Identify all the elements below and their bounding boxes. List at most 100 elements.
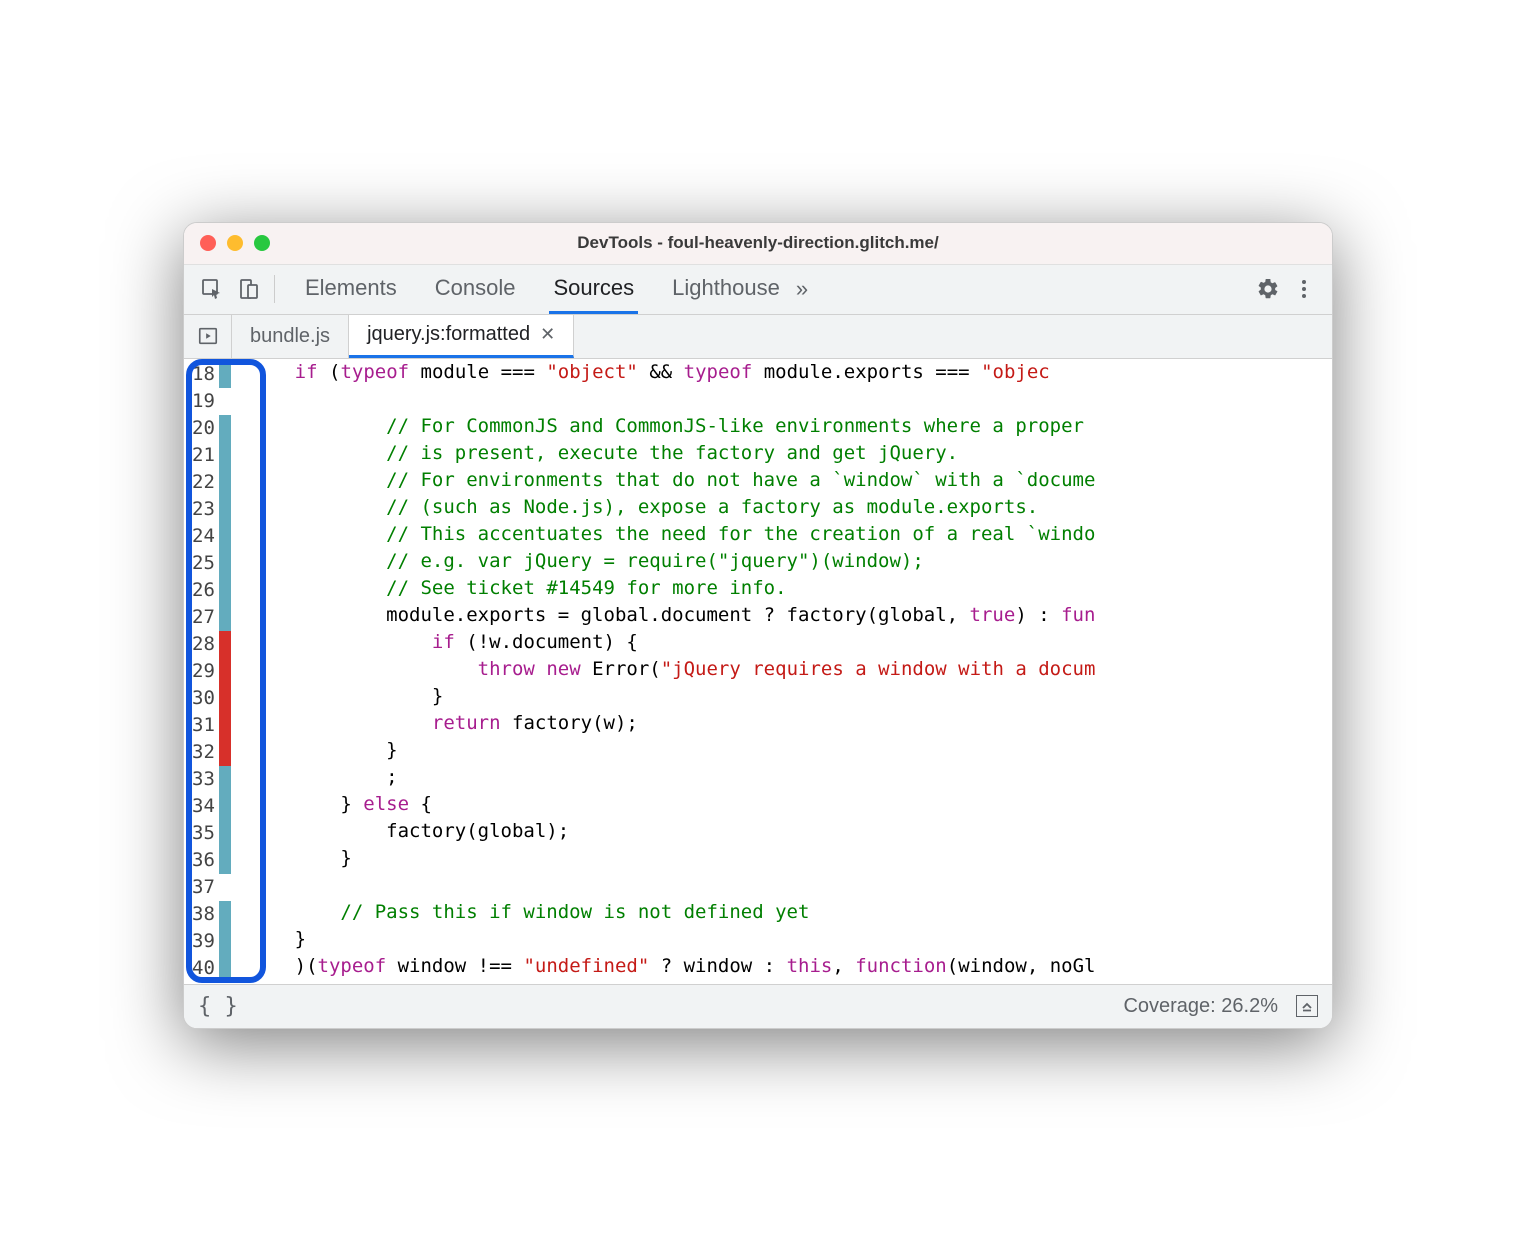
line-number[interactable]: 37: [192, 874, 215, 901]
coverage-marker: [219, 712, 231, 739]
coverage-marker: [219, 604, 231, 631]
coverage-marker: [219, 928, 231, 955]
code-line[interactable]: // Pass this if window is not defined ye…: [249, 899, 1332, 926]
code-line[interactable]: [249, 386, 1332, 413]
coverage-marker: [219, 766, 231, 793]
panel-tab-console[interactable]: Console: [431, 265, 520, 314]
separator: [274, 275, 275, 303]
line-number[interactable]: 20: [192, 415, 215, 442]
code-line[interactable]: // See ticket #14549 for more info.: [249, 575, 1332, 602]
line-number[interactable]: 23: [192, 496, 215, 523]
coverage-marker: [219, 523, 231, 550]
line-number[interactable]: 32: [192, 739, 215, 766]
code-line[interactable]: // For environments that do not have a `…: [249, 467, 1332, 494]
line-number[interactable]: 33: [192, 766, 215, 793]
code-line[interactable]: if (typeof module === "object" && typeof…: [249, 359, 1332, 386]
line-number[interactable]: 35: [192, 820, 215, 847]
code-area[interactable]: if (typeof module === "object" && typeof…: [231, 359, 1332, 984]
coverage-marker: [219, 847, 231, 874]
drawer-toggle-icon[interactable]: [1296, 995, 1318, 1017]
titlebar: DevTools - foul-heavenly-direction.glitc…: [184, 223, 1332, 265]
code-line[interactable]: // For CommonJS and CommonJS-like enviro…: [249, 413, 1332, 440]
file-tab-bar: bundle.js jquery.js:formatted ✕: [184, 315, 1332, 359]
minimize-window-button[interactable]: [227, 235, 243, 251]
line-number[interactable]: 18: [192, 361, 215, 388]
coverage-marker: [219, 361, 231, 388]
code-line[interactable]: ;: [249, 764, 1332, 791]
code-line[interactable]: module.exports = global.document ? facto…: [249, 602, 1332, 629]
coverage-label: Coverage: 26.2%: [1123, 995, 1278, 1018]
code-line[interactable]: } else {: [249, 791, 1332, 818]
kebab-menu-icon[interactable]: [1286, 271, 1322, 307]
status-bar: { } Coverage: 26.2%: [184, 984, 1332, 1028]
code-line[interactable]: }: [249, 683, 1332, 710]
line-number[interactable]: 40: [192, 955, 215, 982]
file-tab-label: bundle.js: [250, 325, 330, 348]
line-number[interactable]: 27: [192, 604, 215, 631]
coverage-marker: [219, 442, 231, 469]
window-title: DevTools - foul-heavenly-direction.glitc…: [184, 233, 1332, 253]
code-line[interactable]: // This accentuates the need for the cre…: [249, 521, 1332, 548]
code-line[interactable]: )(typeof window !== "undefined" ? window…: [249, 953, 1332, 980]
coverage-marker: [219, 550, 231, 577]
line-number[interactable]: 38: [192, 901, 215, 928]
maximize-window-button[interactable]: [254, 235, 270, 251]
code-line[interactable]: }: [249, 737, 1332, 764]
coverage-gutter: [219, 361, 231, 982]
code-line[interactable]: }: [249, 845, 1332, 872]
coverage-marker: [219, 820, 231, 847]
line-number[interactable]: 34: [192, 793, 215, 820]
coverage-marker: [219, 496, 231, 523]
close-window-button[interactable]: [200, 235, 216, 251]
panel-tab-sources[interactable]: Sources: [549, 265, 638, 314]
file-tab[interactable]: bundle.js: [232, 315, 349, 358]
device-toolbar-icon[interactable]: [230, 271, 266, 307]
code-line[interactable]: throw new Error("jQuery requires a windo…: [249, 656, 1332, 683]
code-line[interactable]: factory(global);: [249, 818, 1332, 845]
coverage-marker: [219, 874, 231, 901]
line-number[interactable]: 31: [192, 712, 215, 739]
coverage-marker: [219, 793, 231, 820]
code-line[interactable]: }: [249, 926, 1332, 953]
navigator-toggle-icon[interactable]: [184, 315, 232, 358]
pretty-print-icon[interactable]: { }: [198, 994, 238, 1019]
code-line[interactable]: [249, 872, 1332, 899]
line-number[interactable]: 28: [192, 631, 215, 658]
code-line[interactable]: // e.g. var jQuery = require("jquery")(w…: [249, 548, 1332, 575]
line-number[interactable]: 30: [192, 685, 215, 712]
coverage-marker: [219, 415, 231, 442]
line-number[interactable]: 36: [192, 847, 215, 874]
coverage-marker: [219, 469, 231, 496]
line-number[interactable]: 21: [192, 442, 215, 469]
file-tab-label: jquery.js:formatted: [367, 323, 530, 346]
coverage-marker: [219, 739, 231, 766]
coverage-marker: [219, 631, 231, 658]
panel-tab-lighthouse[interactable]: Lighthouse: [668, 265, 784, 314]
line-number[interactable]: 39: [192, 928, 215, 955]
inspect-element-icon[interactable]: [194, 271, 230, 307]
line-number-gutter: 1819202122232425262728293031323334353637…: [184, 361, 219, 982]
main-toolbar: Elements Console Sources Lighthouse »: [184, 265, 1332, 315]
coverage-marker: [219, 658, 231, 685]
panel-tab-elements[interactable]: Elements: [301, 265, 401, 314]
line-number[interactable]: 29: [192, 658, 215, 685]
close-icon[interactable]: ✕: [540, 324, 555, 345]
source-editor[interactable]: 1819202122232425262728293031323334353637…: [184, 359, 1332, 984]
line-number[interactable]: 24: [192, 523, 215, 550]
coverage-marker: [219, 955, 231, 982]
overflow-tabs-button[interactable]: »: [784, 276, 820, 302]
code-line[interactable]: if (!w.document) {: [249, 629, 1332, 656]
line-number[interactable]: 26: [192, 577, 215, 604]
file-tab[interactable]: jquery.js:formatted ✕: [349, 315, 574, 358]
coverage-marker: [219, 388, 231, 415]
code-line[interactable]: // is present, execute the factory and g…: [249, 440, 1332, 467]
code-line[interactable]: return factory(w);: [249, 710, 1332, 737]
line-number[interactable]: 22: [192, 469, 215, 496]
line-number[interactable]: 19: [192, 388, 215, 415]
code-line[interactable]: // (such as Node.js), expose a factory a…: [249, 494, 1332, 521]
coverage-marker: [219, 685, 231, 712]
coverage-marker: [219, 901, 231, 928]
line-number[interactable]: 25: [192, 550, 215, 577]
gear-icon[interactable]: [1250, 271, 1286, 307]
window-controls: [184, 235, 270, 251]
